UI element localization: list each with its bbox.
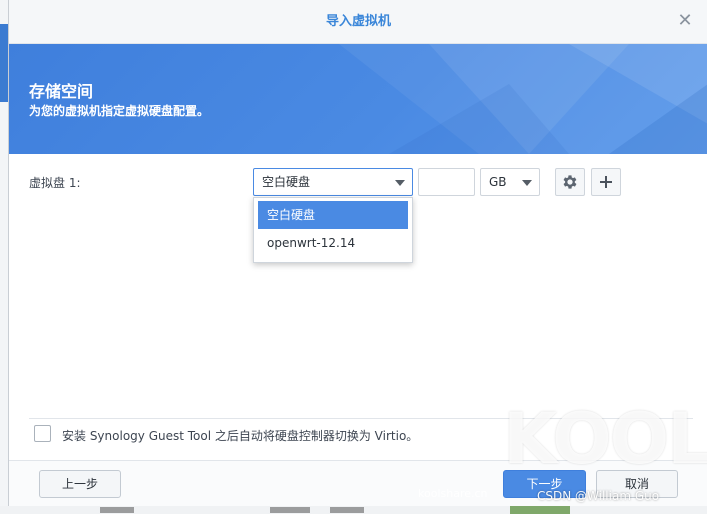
virtual-disk-label: 虚拟盘 1: [29, 176, 81, 190]
background-app-bottom [0, 506, 707, 514]
divider [29, 418, 693, 419]
step-title: 存储空间 [29, 82, 94, 101]
plus-icon [600, 176, 612, 188]
caret-down-icon [522, 180, 532, 186]
gear-icon [563, 175, 577, 189]
disk-size-input[interactable] [418, 168, 475, 196]
dropdown-option[interactable]: 空白硬盘 [258, 201, 408, 229]
previous-step-button[interactable]: 上一步 [39, 470, 121, 498]
dialog-titlebar: 导入虚拟机 ✕ [9, 0, 707, 44]
background-app-sidebar [0, 0, 8, 514]
guest-tool-label: 安装 Synology Guest Tool 之后自动将硬盘控制器切换为 Vir… [62, 429, 419, 443]
step-banner: 存储空间 为您的虚拟机指定虚拟硬盘配置。 [9, 44, 707, 154]
close-icon[interactable]: ✕ [676, 12, 694, 30]
guest-tool-checkbox[interactable] [34, 425, 51, 442]
add-disk-button[interactable] [591, 168, 621, 196]
disk-settings-button[interactable] [555, 168, 585, 196]
cancel-button[interactable]: 取消 [596, 470, 678, 498]
import-vm-dialog: 导入虚拟机 ✕ 存储空间 为您的虚拟机指定虚拟硬盘配置。 虚拟盘 1: 空白硬盘… [8, 0, 707, 506]
disk-source-value: 空白硬盘 [262, 175, 311, 189]
banner-decoration [339, 44, 707, 154]
dropdown-option[interactable]: openwrt-12.14 [258, 229, 408, 257]
step-subtitle: 为您的虚拟机指定虚拟硬盘配置。 [29, 104, 210, 118]
disk-unit-value: GB [489, 175, 507, 189]
caret-down-icon [395, 180, 405, 186]
disk-unit-select[interactable]: GB [480, 168, 540, 196]
next-step-button[interactable]: 下一步 [503, 470, 586, 498]
disk-source-select[interactable]: 空白硬盘 [253, 168, 413, 196]
dialog-title: 导入虚拟机 [325, 14, 391, 29]
disk-source-dropdown: 空白硬盘 openwrt-12.14 [253, 197, 413, 263]
